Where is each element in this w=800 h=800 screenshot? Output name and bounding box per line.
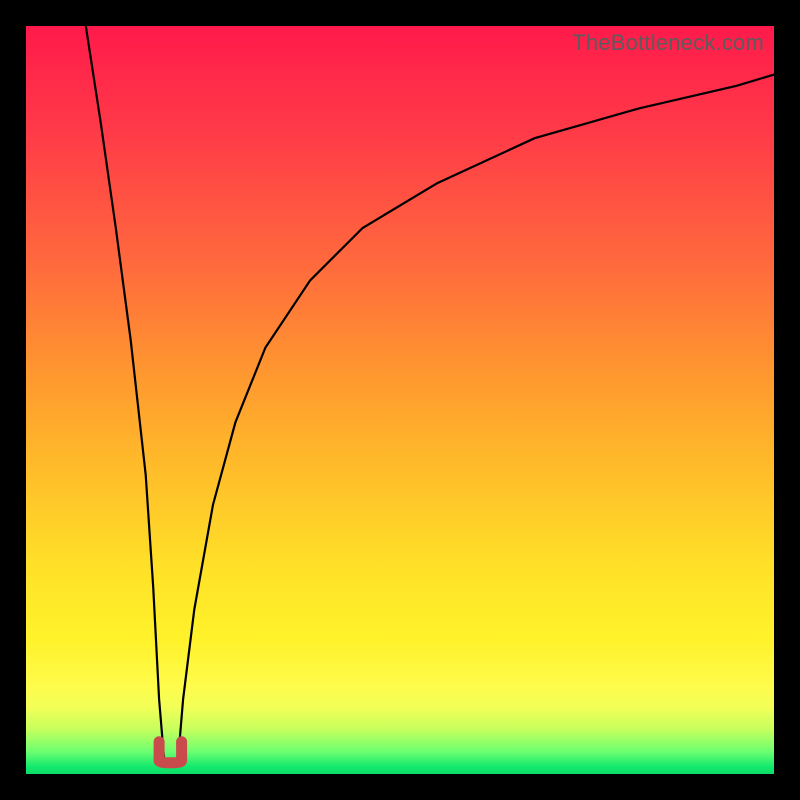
curve-left-branch [86,26,165,763]
gradient-plot-area: TheBottleneck.com [26,26,774,774]
valley-u-marker [159,742,182,763]
curve-right-branch [178,75,774,763]
outer-black-frame: TheBottleneck.com [0,0,800,800]
watermark-text: TheBottleneck.com [572,30,764,56]
chart-svg [26,26,774,774]
